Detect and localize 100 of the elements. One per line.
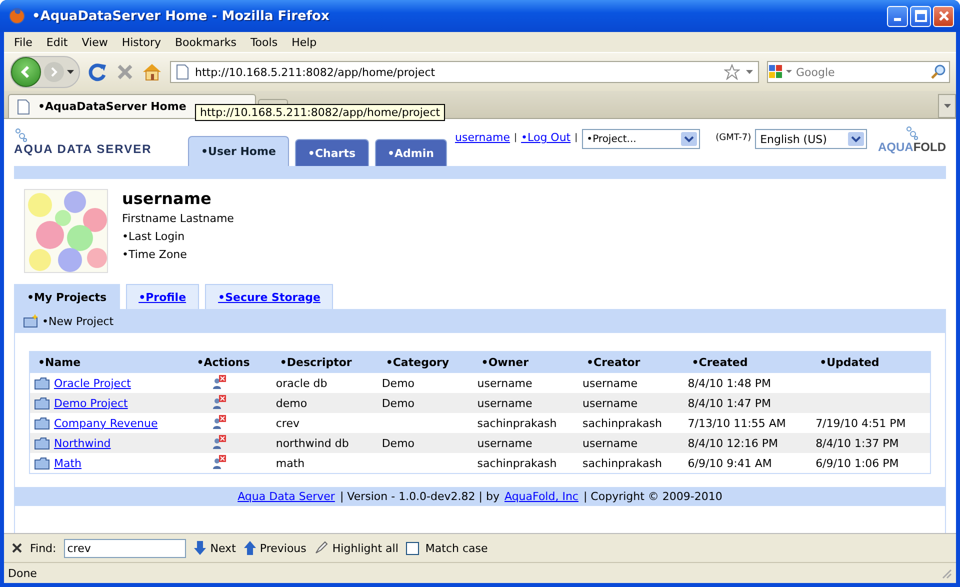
close-icon (938, 10, 950, 22)
table-cell: Demo (382, 376, 415, 390)
table-cell: username (477, 376, 532, 390)
firefox-icon (8, 7, 26, 25)
footer-text: | Copyright © 2009-2010 (583, 490, 722, 504)
user-delete-icon[interactable] (212, 434, 227, 449)
table-cell: sachinprakash (477, 416, 557, 430)
home-icon[interactable] (142, 62, 162, 82)
bubbles-icon (14, 128, 28, 142)
menu-item[interactable]: Tools (243, 36, 285, 48)
menu-item[interactable]: File (7, 36, 40, 48)
app-logo: AQUA DATA SERVER (14, 142, 152, 156)
header-link[interactable]: •Log Out (521, 131, 571, 144)
down-arrow-icon (194, 541, 206, 555)
minimize-button[interactable] (887, 6, 908, 26)
checkbox-label[interactable]: Match case (425, 542, 488, 554)
address-bar[interactable]: http://10.168.5.211:8082/app/home/project (170, 61, 759, 83)
menu-item[interactable]: Bookmarks (168, 36, 244, 48)
star-icon[interactable] (724, 64, 740, 80)
status-text: Done (8, 566, 37, 580)
footer-link[interactable]: AquaFold, Inc (504, 490, 578, 504)
column-header[interactable]: •Created (684, 352, 812, 374)
column-header[interactable]: •Owner (473, 352, 579, 374)
bubbles-icon (904, 126, 919, 140)
tab[interactable]: •Secure Storage (205, 284, 334, 309)
table-cell: 8/4/10 1:48 PM (688, 376, 771, 390)
language-select[interactable]: English (US) (755, 129, 868, 149)
table-cell: oracle db (276, 376, 328, 390)
table-cell: Demo (382, 436, 415, 450)
table-cell: sachinprakash (582, 416, 662, 430)
user-delete-icon[interactable] (212, 414, 227, 429)
project-link[interactable]: Company Revenue (54, 416, 158, 430)
nav-tab[interactable]: •Charts (294, 139, 369, 166)
table-cell: northwind db (276, 436, 349, 450)
folder-icon (34, 376, 50, 390)
table-cell: 6/9/10 1:06 PM (816, 456, 899, 470)
menu-item[interactable]: Help (284, 36, 324, 48)
table-cell: Demo (382, 396, 415, 410)
table-cell: 6/9/10 9:41 AM (688, 456, 772, 470)
column-header[interactable]: •Category (378, 352, 474, 374)
window-title: •AquaDataServer Home - Mozilla Firefox (32, 8, 330, 24)
search-icon[interactable] (930, 64, 946, 80)
maximize-button[interactable] (910, 6, 931, 26)
table-cell: crev (276, 416, 300, 430)
table-cell: sachinprakash (477, 456, 557, 470)
tab-list-button[interactable] (938, 94, 956, 118)
menu-item[interactable]: Edit (39, 36, 75, 48)
project-link[interactable]: Oracle Project (54, 376, 131, 390)
column-header[interactable]: •Creator (578, 352, 684, 374)
user-delete-icon[interactable] (212, 454, 227, 469)
user-name: username (122, 189, 212, 209)
tab[interactable]: •My Projects (14, 284, 120, 309)
new-folder-icon[interactable] (23, 314, 39, 328)
time-zone-label: •Time Zone (122, 247, 188, 263)
dropdown-arrow-icon[interactable] (67, 70, 74, 74)
table-cell: sachinprakash (582, 456, 662, 470)
caret-icon (944, 104, 950, 108)
highlight-all-button[interactable]: Highlight all (314, 541, 398, 555)
dropdown-arrow-icon[interactable] (746, 70, 753, 74)
reload-icon[interactable] (88, 62, 108, 82)
menu-item[interactable]: History (114, 36, 168, 48)
highlighter-icon (314, 541, 328, 555)
new-project-button[interactable]: •New Project (42, 314, 114, 328)
close-icon[interactable] (12, 543, 22, 553)
header-link[interactable]: username (455, 131, 510, 144)
column-header[interactable]: •Actions (188, 352, 272, 374)
menu-item[interactable]: View (74, 36, 115, 48)
table-cell: 8/4/10 12:16 PM (688, 436, 778, 450)
user-delete-icon[interactable] (212, 394, 227, 409)
folder-icon (34, 456, 50, 470)
nav-tab[interactable]: •Admin (374, 139, 447, 166)
table-cell: username (477, 436, 532, 450)
find-field[interactable]: crev (64, 538, 186, 558)
back-button[interactable] (11, 57, 41, 87)
project-link[interactable]: Math (54, 456, 82, 470)
previous-button[interactable]: Previous (244, 541, 306, 555)
resize-grip-icon[interactable] (941, 568, 952, 578)
folder-icon (34, 436, 50, 450)
page-icon (17, 98, 30, 114)
table-cell: username (477, 396, 532, 410)
checkbox[interactable] (406, 542, 420, 554)
nav-tab[interactable]: •User Home (188, 136, 289, 166)
table-cell: math (276, 456, 305, 470)
page-icon (176, 64, 189, 80)
project-select[interactable]: •Project... (582, 129, 700, 149)
search-box[interactable]: Google (767, 61, 950, 83)
column-header[interactable]: •Descriptor (272, 352, 378, 374)
search-engine-icon[interactable] (768, 64, 794, 80)
next-button[interactable]: Next (194, 541, 236, 555)
full-name: Firstname Lastname (122, 211, 234, 227)
brand-logo: FOLD (913, 140, 946, 154)
table-cell: username (582, 376, 638, 390)
brand-logo: AQUA (878, 140, 914, 154)
tooltip: http://10.168.5.211:8082/app/home/project (195, 104, 446, 121)
user-delete-icon[interactable] (212, 374, 227, 389)
close-button[interactable] (933, 6, 954, 26)
tab[interactable]: •Profile (126, 284, 200, 309)
column-header[interactable]: •Name (30, 352, 189, 374)
column-header[interactable]: •Updated (812, 352, 930, 374)
footer-link[interactable]: Aqua Data Server (238, 490, 335, 504)
